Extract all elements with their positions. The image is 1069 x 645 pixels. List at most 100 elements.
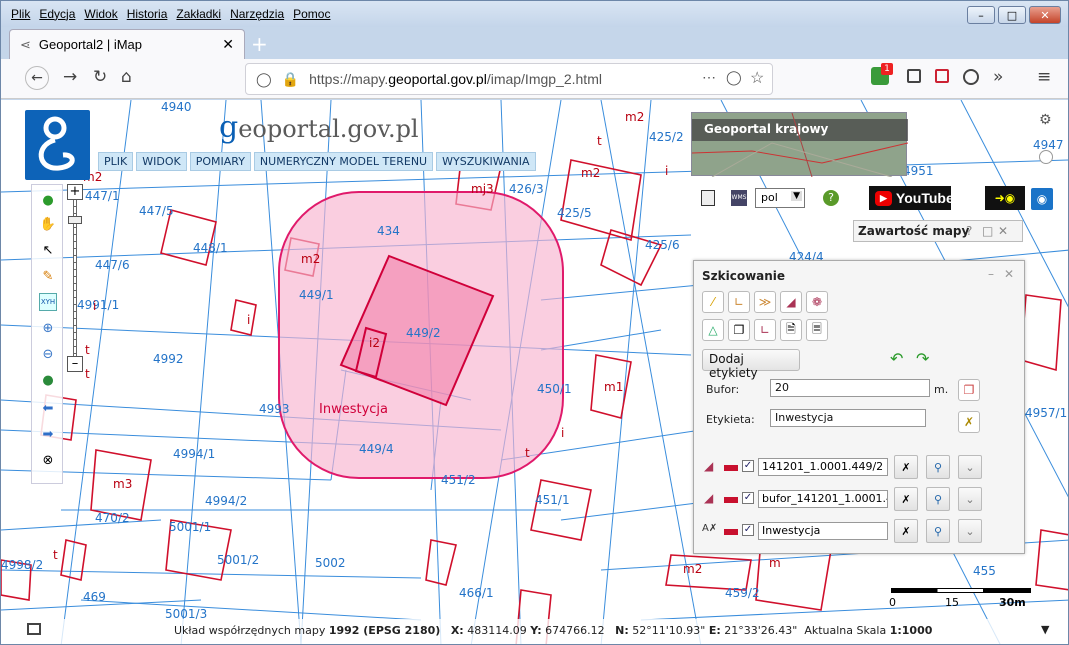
delete-layer-icon[interactable]: ✗ [894, 455, 918, 479]
menu-widok[interactable]: Widok [84, 7, 117, 21]
url-bar[interactable]: ◯ 🔒 https://mapy. geoportal.gov.pl/imap/I… [245, 63, 773, 95]
minimize-button[interactable]: – [967, 6, 995, 24]
close-window-button[interactable]: ✕ [1029, 6, 1061, 24]
menu-widok-button[interactable]: WIDOK [136, 152, 187, 171]
menu-pomiary-button[interactable]: POMIARY [189, 152, 251, 171]
draw-point-icon[interactable]: ⁄ [702, 291, 724, 313]
zoom-plus-button[interactable]: + [67, 184, 83, 200]
menu-historia[interactable]: Historia [127, 7, 168, 21]
layer-visibility-checkbox[interactable]: ✓ [742, 524, 754, 536]
eye-icon[interactable]: ◉ [1031, 188, 1053, 210]
back-arrow-icon[interactable]: ⬅ [39, 399, 57, 417]
layer-visibility-checkbox[interactable]: ✓ [742, 492, 754, 504]
zoom-slider[interactable]: + – [65, 184, 85, 384]
browser-tab[interactable]: ⋖ Geoportal2 | iMap ✕ [9, 29, 245, 59]
layer-name-input[interactable]: bufor_141201_1.0001.449/2 [758, 490, 888, 508]
menu-plik-button[interactable]: PLIK [98, 152, 134, 171]
zoom-to-layer-icon[interactable]: ⚲ [926, 455, 950, 479]
layer-options-icon[interactable]: ⌄ [958, 487, 982, 511]
export-icon[interactable]: 🗎 [780, 319, 802, 341]
overflow-icon[interactable]: » [993, 67, 1003, 87]
select-arrow-icon[interactable]: ↖ [39, 241, 57, 259]
delete-layer-icon[interactable]: ✗ [894, 519, 918, 543]
delete-layer-icon[interactable]: ✗ [894, 487, 918, 511]
layer-name-input[interactable]: 141201_1.0001.449/2 [758, 458, 888, 476]
forward-icon[interactable]: → [63, 67, 77, 87]
accessibility-eye-icon[interactable]: ➜◉ [985, 186, 1025, 210]
layer-visibility-checkbox[interactable]: ✓ [742, 460, 754, 472]
menu-narzedzia[interactable]: Narzędzia [230, 7, 284, 21]
draw-polygon-icon[interactable]: ◢ [780, 291, 802, 313]
close-contents-icon[interactable]: ✕ [998, 224, 1008, 238]
pocket-save-icon[interactable] [935, 69, 949, 83]
import-icon[interactable]: 🗏 [806, 319, 828, 341]
info-icon[interactable]: ● [39, 191, 57, 209]
bookmark-star-icon[interactable]: ☆ [750, 68, 764, 88]
close-panel-icon[interactable]: ✕ [1004, 267, 1014, 281]
back-icon[interactable]: ← [25, 66, 49, 90]
maximize-button[interactable]: □ [998, 6, 1026, 24]
zoom-handle[interactable] [68, 216, 82, 224]
apply-label-icon[interactable]: ✗ [958, 411, 980, 433]
reload-icon[interactable]: ↻ [93, 67, 107, 87]
pan-hand-icon[interactable]: ✋ [39, 215, 57, 233]
overview-dot-icon[interactable] [1039, 150, 1053, 164]
layer-color-swatch[interactable] [724, 465, 738, 471]
home-icon[interactable]: ⌂ [121, 67, 132, 87]
layer-options-icon[interactable]: ⌄ [958, 455, 982, 479]
menu-zakladki[interactable]: Zakładki [176, 7, 221, 21]
layer-name-input[interactable]: Inwestycja [758, 522, 888, 540]
help-small-icon[interactable]: ? [966, 224, 972, 238]
forward-arrow-icon[interactable]: ➡ [39, 425, 57, 443]
globe-icon[interactable]: ● [39, 371, 57, 389]
add-labels-button[interactable]: Dodaj etykiety [702, 349, 800, 380]
youtube-button[interactable]: ▶ YouTube [869, 186, 954, 210]
xyz-icon[interactable]: XYH [39, 293, 57, 311]
menu-edycja[interactable]: Edycja [39, 7, 75, 21]
zoom-minus-button[interactable]: – [67, 356, 83, 372]
hamburger-menu-icon[interactable]: ≡ [1037, 67, 1051, 87]
menu-pomoc[interactable]: Pomoc [293, 7, 330, 21]
wms-icon[interactable]: WMS [731, 190, 747, 206]
zoom-to-layer-icon[interactable]: ⚲ [926, 487, 950, 511]
buffer-input[interactable]: 20 [770, 379, 930, 397]
zoom-out-icon[interactable]: ⊖ [39, 345, 57, 363]
label-input[interactable]: Inwestycja [770, 409, 926, 427]
language-select[interactable]: pol ▼ [755, 188, 805, 208]
zoom-to-layer-icon[interactable]: ⚲ [926, 519, 950, 543]
collapse-icon[interactable]: ▼ [1041, 623, 1049, 636]
help-icon[interactable]: ? [823, 190, 839, 206]
restore-icon[interactable]: □ [982, 224, 993, 238]
sidebar-icon[interactable] [907, 69, 921, 83]
copy-shape-icon[interactable]: ❐ [728, 319, 750, 341]
pencil-icon[interactable]: ✎ [39, 267, 57, 285]
menu-wyszukiwania-button[interactable]: WYSZUKIWANIA [436, 152, 536, 171]
overview-map[interactable]: Geoportal krajowy [691, 112, 908, 177]
edit-shape-icon[interactable]: △ [702, 319, 724, 341]
measure-icon[interactable]: ∟ [754, 319, 776, 341]
layer-color-swatch[interactable] [724, 497, 738, 503]
menu-nmt-button[interactable]: NUMERYCZNY MODEL TERENU [253, 152, 434, 171]
undo-icon[interactable]: ↶ [890, 349, 903, 368]
layer-options-icon[interactable]: ⌄ [958, 519, 982, 543]
zoom-in-icon[interactable]: ⊕ [39, 319, 57, 337]
pocket-icon[interactable]: ◯ [726, 69, 742, 86]
more-icon[interactable]: ⋯ [702, 69, 716, 86]
settings-gear-icon[interactable]: ⚙ [1039, 112, 1052, 128]
map-contents-panel[interactable]: Zawartość mapy ? □ ✕ [853, 220, 1023, 242]
close-tab-icon[interactable]: ✕ [222, 36, 234, 53]
clear-icon[interactable]: ⊗ [39, 451, 57, 469]
redo-icon[interactable]: ↷ [916, 349, 929, 368]
menu-plik[interactable]: Plik [11, 7, 30, 21]
new-tab-icon[interactable]: + [251, 32, 268, 56]
layer-color-swatch[interactable] [724, 529, 738, 535]
fullscreen-icon[interactable] [27, 623, 41, 635]
draw-line-icon[interactable]: ∟ [728, 291, 750, 313]
apply-buffer-icon[interactable]: ❐ [958, 379, 980, 401]
draw-freehand-icon[interactable]: ❁ [806, 291, 828, 313]
account-icon[interactable] [963, 69, 979, 85]
minimize-panel-icon[interactable]: – [988, 267, 994, 281]
geoportal-logo[interactable] [25, 110, 90, 180]
calculator-icon[interactable] [701, 190, 715, 206]
draw-polyline-icon[interactable]: ≫ [754, 291, 776, 313]
